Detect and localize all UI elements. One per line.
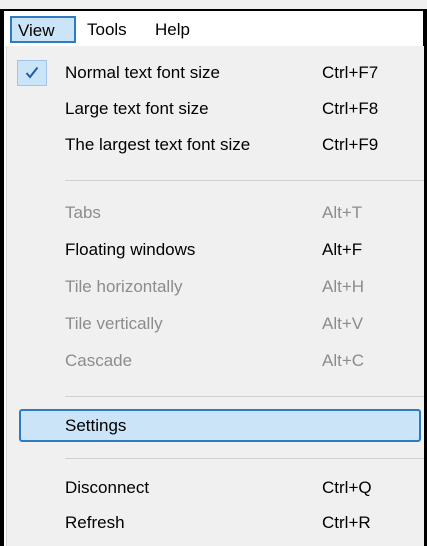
menu-item-label: Refresh [65,513,125,532]
menu-item-tile-horizontally: Tile horizontally Alt+H [7,268,424,306]
menu-item-label: The largest text font size [65,135,251,154]
menu-item-floating-windows[interactable]: Floating windows Alt+F [7,231,424,269]
menu-item-label: Floating windows [65,240,196,259]
menu-item-normal-text-font-size[interactable]: Normal text font size Ctrl+F7 [7,54,424,92]
menu-separator [65,180,424,181]
menu-item-cascade: Cascade Alt+C [7,342,424,380]
checked-indicator [17,60,47,86]
menu-item-shortcut: Ctrl+F9 [322,135,379,154]
menu-tools[interactable]: Tools [87,13,127,46]
menu-item-shortcut: Alt+V [322,314,364,333]
menu-item-shortcut: Alt+C [322,351,365,370]
menu-help[interactable]: Help [155,13,190,46]
menu-item-label: Tabs [65,203,101,222]
menu-separator [65,458,424,459]
menu-item-settings[interactable]: Settings [7,408,424,446]
menu-item-large-text-font-size[interactable]: Large text font size Ctrl+F8 [7,90,424,128]
window-top-edge [0,0,427,11]
menu-view[interactable]: View [10,16,76,43]
menu-item-refresh[interactable]: Refresh Ctrl+R [7,504,424,542]
menu-separator [65,396,424,397]
menu-item-shortcut: Ctrl+Q [322,478,372,497]
menu-item-label: Settings [65,416,127,435]
menu-item-tile-vertically: Tile vertically Alt+V [7,305,424,343]
menu-item-shortcut: Alt+H [322,277,365,296]
check-icon [25,66,39,79]
menu-item-label: Disconnect [65,478,150,497]
menu-item-shortcut: Ctrl+F7 [322,63,379,82]
app-window: View Tools Help Normal text font size Ct… [0,0,427,546]
menu-bar: View Tools Help [4,13,423,46]
menu-item-label: Tile vertically [65,314,163,333]
view-dropdown-menu: Normal text font size Ctrl+F7 Large text… [6,46,424,546]
window-left-border [0,11,4,546]
menu-item-label: Normal text font size [65,63,220,82]
menu-item-shortcut: Ctrl+F8 [322,99,379,118]
menu-item-label: Cascade [65,351,133,370]
menu-item-shortcut: Alt+F [322,240,363,259]
menu-item-shortcut: Ctrl+R [322,513,371,532]
menu-item-largest-text-font-size[interactable]: The largest text font size Ctrl+F9 [7,126,424,164]
menu-item-disconnect[interactable]: Disconnect Ctrl+Q [7,469,424,507]
menu-item-label: Tile horizontally [65,277,183,296]
menu-item-tabs: Tabs Alt+T [7,194,424,232]
menu-item-shortcut: Alt+T [322,203,363,222]
menu-item-label: Large text font size [65,99,209,118]
